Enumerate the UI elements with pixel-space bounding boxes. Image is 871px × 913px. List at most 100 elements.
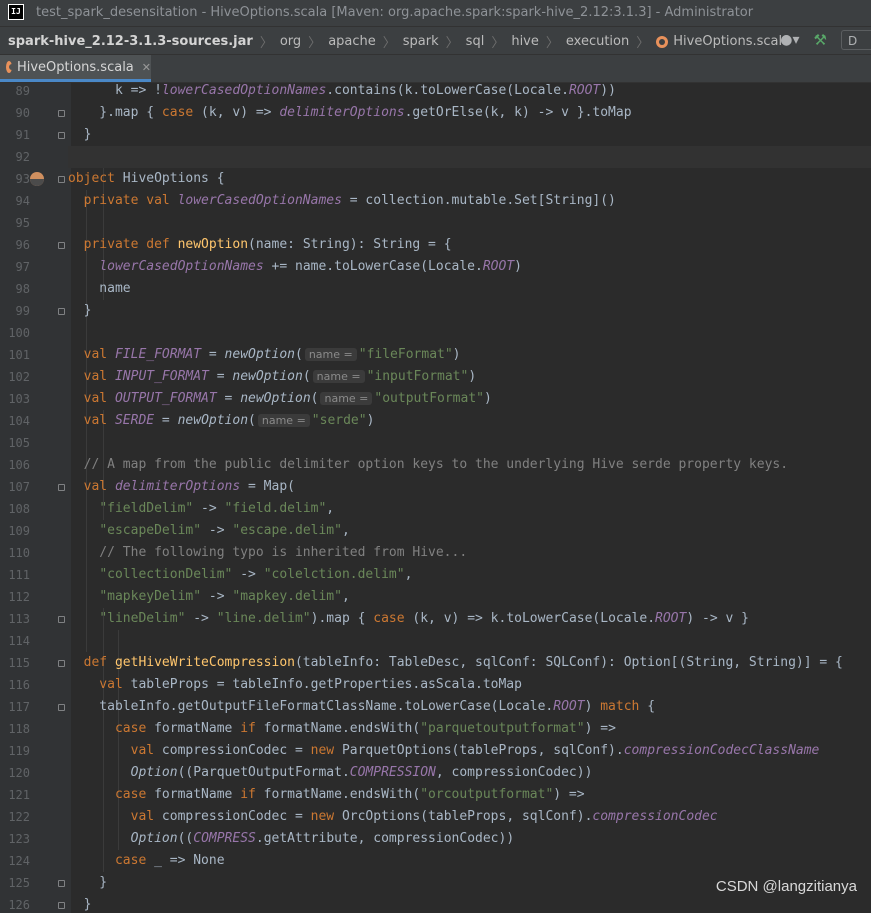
code-token: // The following typo is inherited from … bbox=[68, 545, 468, 560]
code-line[interactable]: case _ => None bbox=[68, 850, 871, 872]
breadcrumb-item-file[interactable]: HiveOptions.scala bbox=[673, 34, 790, 49]
breadcrumb-item-org[interactable]: org bbox=[280, 34, 301, 49]
code-line[interactable]: "mapkeyDelim" -> "mapkey.delim", bbox=[68, 586, 871, 608]
code-line[interactable]: } bbox=[68, 124, 871, 146]
breadcrumb-item-jar[interactable]: spark-hive_2.12-3.1.3-sources.jar bbox=[8, 34, 253, 49]
code-line[interactable] bbox=[68, 432, 871, 454]
code-line[interactable]: k => !lowerCasedOptionNames.contains(k.t… bbox=[68, 83, 871, 102]
line-number: 111 bbox=[8, 568, 30, 582]
tab-hiveoptions-scala[interactable]: HiveOptions.scala ✕ bbox=[0, 55, 151, 82]
code-token: SERDE bbox=[114, 413, 155, 428]
code-line[interactable]: val INPUT_FORMAT = newOption(name = "inpu… bbox=[68, 366, 871, 388]
implemented-object-icon[interactable] bbox=[30, 172, 44, 186]
parameter-hint: name = bbox=[304, 348, 357, 361]
code-line[interactable]: Option((ParquetOutputFormat.COMPRESSION,… bbox=[68, 762, 871, 784]
line-number: 92 bbox=[15, 150, 30, 164]
code-line[interactable]: object HiveOptions { bbox=[68, 168, 871, 190]
code-line[interactable]: Option((COMPRESS.getAttribute, compressi… bbox=[68, 828, 871, 850]
code-editor[interactable]: 89 90 91 92 93 94 95 96 97 98 99 100 101 102 103 104 105… bbox=[0, 83, 871, 913]
code-line[interactable] bbox=[68, 212, 871, 234]
code-line[interactable]: "fieldDelim" -> "field.delim", bbox=[68, 498, 871, 520]
code-line[interactable]: def getHiveWriteCompression(tableInfo: T… bbox=[68, 652, 871, 674]
code-line[interactable]: "lineDelim" -> "line.delim").map { case … bbox=[68, 608, 871, 630]
code-token: delimiterOptions bbox=[279, 105, 405, 120]
line-number: 100 bbox=[8, 326, 30, 340]
user-icon[interactable]: ●▾ bbox=[780, 32, 799, 48]
fold-marker-icon[interactable] bbox=[58, 660, 65, 667]
code-token: val bbox=[68, 391, 115, 406]
breadcrumb-item-spark[interactable]: spark bbox=[403, 34, 439, 49]
device-selector[interactable]: D bbox=[841, 30, 871, 50]
hammer-icon[interactable]: ⚒ bbox=[814, 31, 827, 49]
code-token: = bbox=[216, 391, 241, 406]
fold-marker-icon[interactable] bbox=[58, 484, 65, 491]
breadcrumb-item-hive[interactable]: hive bbox=[511, 34, 539, 49]
code-line[interactable]: val compressionCodec = new OrcOptions(ta… bbox=[68, 806, 871, 828]
code-token: .getOrElse(k, k) -> v }.toMap bbox=[404, 105, 632, 120]
fold-marker-icon[interactable] bbox=[58, 902, 65, 909]
line-number: 117 bbox=[8, 700, 30, 714]
line-number: 95 bbox=[15, 216, 30, 230]
code-line[interactable]: val OUTPUT_FORMAT = newOption(name = "out… bbox=[68, 388, 871, 410]
fold-marker-icon[interactable] bbox=[58, 242, 65, 249]
code-token: )) bbox=[600, 83, 616, 98]
code-line[interactable]: // A map from the public delimiter optio… bbox=[68, 454, 871, 476]
code-line[interactable]: "collectionDelim" -> "colelction.delim", bbox=[68, 564, 871, 586]
code-token: val bbox=[68, 677, 131, 692]
code-line[interactable]: // The following typo is inherited from … bbox=[68, 542, 871, 564]
code-token: if bbox=[240, 721, 264, 736]
fold-marker-icon[interactable] bbox=[58, 176, 65, 183]
code-token: .getAttribute, compressionCodec)) bbox=[255, 831, 515, 846]
code-line[interactable] bbox=[68, 630, 871, 652]
code-token: formatName.endsWith( bbox=[263, 721, 421, 736]
scala-file-icon bbox=[656, 35, 669, 48]
fold-marker-icon[interactable] bbox=[58, 880, 65, 887]
code-line[interactable]: val FILE_FORMAT = newOption(name = "fileF… bbox=[68, 344, 871, 366]
close-icon[interactable]: ✕ bbox=[142, 61, 151, 74]
fold-marker-icon[interactable] bbox=[58, 110, 65, 117]
code-line[interactable]: name bbox=[68, 278, 871, 300]
code-line[interactable]: lowerCasedOptionNames += name.toLowerCas… bbox=[68, 256, 871, 278]
code-line[interactable]: private def newOption(name: String): Str… bbox=[68, 234, 871, 256]
navigation-bar: spark-hive_2.12-3.1.3-sources.jar 〉 org … bbox=[0, 26, 871, 55]
code-line[interactable]: private val lowerCasedOptionNames = coll… bbox=[68, 190, 871, 212]
code-token: = bbox=[201, 347, 225, 362]
code-token: val bbox=[68, 743, 162, 758]
code-line[interactable] bbox=[68, 322, 871, 344]
code-line[interactable] bbox=[68, 146, 871, 168]
code-line[interactable]: case formatName if formatName.endsWith("… bbox=[68, 718, 871, 740]
code-line[interactable]: val compressionCodec = new ParquetOption… bbox=[68, 740, 871, 762]
breadcrumb-item-sql[interactable]: sql bbox=[466, 34, 485, 49]
code-token: val bbox=[68, 369, 115, 384]
code-token: "escape.delim" bbox=[232, 523, 342, 538]
code-token: "collectionDelim" bbox=[99, 567, 233, 582]
code-line[interactable]: case formatName if formatName.endsWith("… bbox=[68, 784, 871, 806]
code-token: ) => bbox=[553, 787, 585, 802]
code-line[interactable]: val tableProps = tableInfo.getProperties… bbox=[68, 674, 871, 696]
breadcrumb-separator-icon: 〉 bbox=[308, 36, 322, 51]
fold-marker-icon[interactable] bbox=[58, 616, 65, 623]
code-line[interactable]: val delimiterOptions = Map( bbox=[68, 476, 871, 498]
code-line[interactable]: }.map { case (k, v) => delimiterOptions.… bbox=[68, 102, 871, 124]
code-line[interactable]: } bbox=[68, 894, 871, 913]
breadcrumb-item-apache[interactable]: apache bbox=[328, 34, 376, 49]
code-line[interactable]: } bbox=[68, 300, 871, 322]
code-token: "escapeDelim" bbox=[99, 523, 202, 538]
code-token: "inputFormat" bbox=[366, 369, 469, 384]
breadcrumb: spark-hive_2.12-3.1.3-sources.jar 〉 org … bbox=[8, 32, 790, 51]
code-token: case bbox=[373, 611, 405, 626]
line-number: 106 bbox=[8, 458, 30, 472]
code-line[interactable]: tableInfo.getOutputFileFormatClassName.t… bbox=[68, 696, 871, 718]
code-line[interactable]: val SERDE = newOption(name = "serde") bbox=[68, 410, 871, 432]
code-token: ).map { bbox=[310, 611, 374, 626]
fold-marker-icon[interactable] bbox=[58, 308, 65, 315]
fold-marker-icon[interactable] bbox=[58, 704, 65, 711]
fold-marker-icon[interactable] bbox=[58, 132, 65, 139]
line-number: 93 bbox=[15, 172, 30, 186]
code-line[interactable]: "escapeDelim" -> "escape.delim", bbox=[68, 520, 871, 542]
code-token: match bbox=[600, 699, 640, 714]
line-number: 89 bbox=[15, 84, 30, 98]
breadcrumb-item-execution[interactable]: execution bbox=[566, 34, 629, 49]
scala-file-icon bbox=[6, 61, 15, 73]
code-token: -> bbox=[193, 501, 225, 516]
